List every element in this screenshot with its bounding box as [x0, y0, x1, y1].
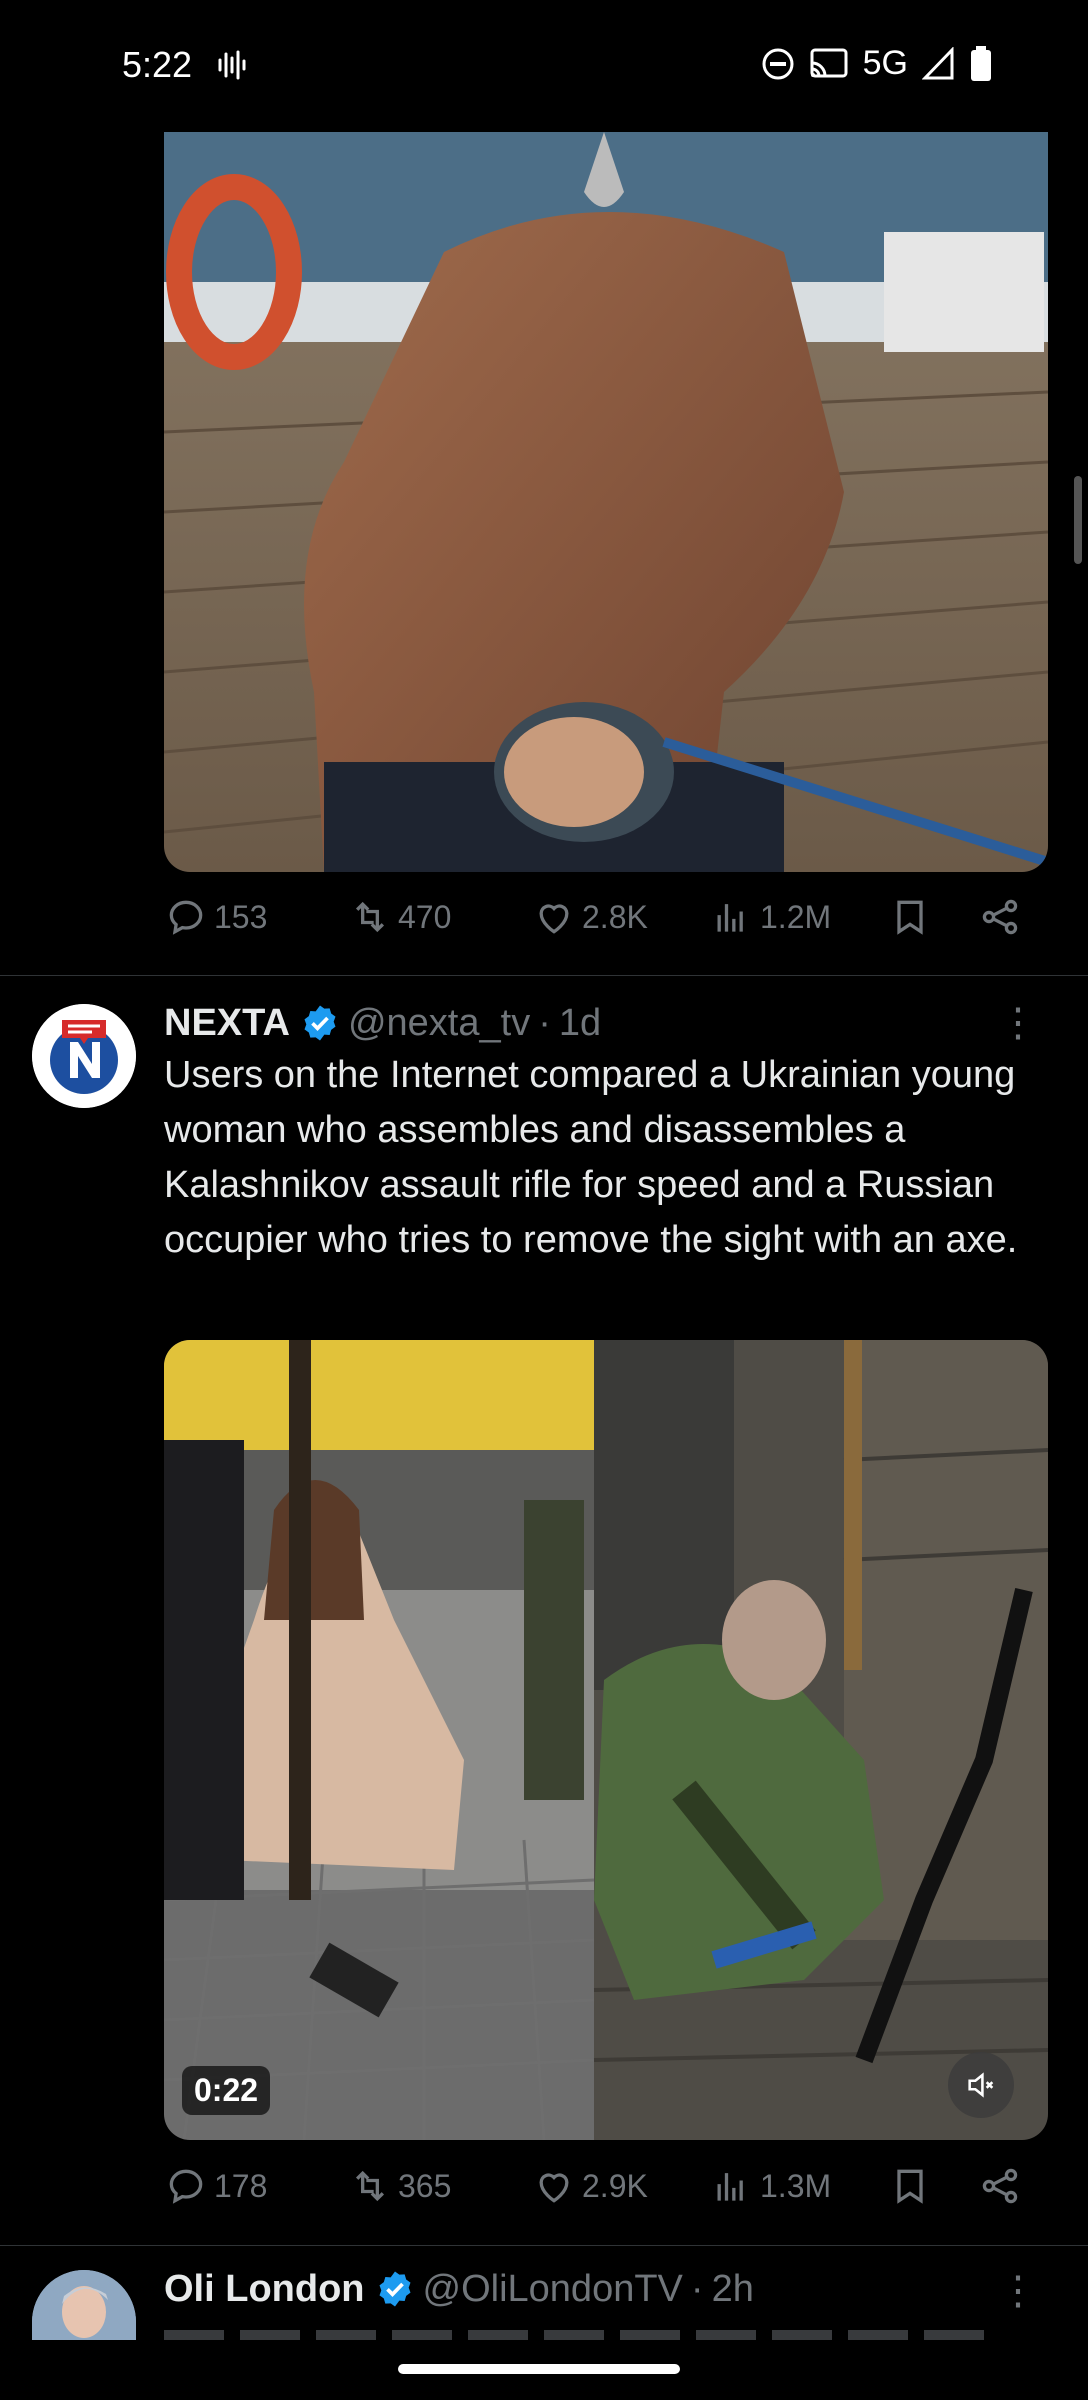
signal-icon	[922, 46, 954, 79]
do-not-disturb-icon	[762, 48, 794, 79]
views-icon	[717, 904, 743, 932]
tweet-time[interactable]: 2h	[712, 2268, 754, 2311]
retweet-button[interactable]: 470	[348, 895, 451, 939]
bookmark-button[interactable]	[888, 895, 932, 939]
share-button[interactable]	[978, 895, 1022, 939]
tweet-text: Users on the Internet compared a Ukraini…	[164, 1054, 1018, 1261]
oli-london-avatar	[32, 2270, 136, 2340]
views-button[interactable]: 1.3M	[710, 2164, 831, 2208]
sound-wave-icon	[218, 50, 246, 80]
views-button[interactable]: 1.2M	[710, 895, 831, 939]
author-handle[interactable]: @nexta_tv	[348, 1002, 530, 1045]
views-icon	[717, 2173, 743, 2201]
reply-icon	[169, 2169, 203, 2204]
network-label: 5G	[862, 44, 908, 82]
more-options-icon[interactable]: ⋮	[998, 2268, 1038, 2314]
reply-count: 153	[214, 898, 268, 935]
reply-button[interactable]: 178	[164, 2164, 267, 2208]
avatar[interactable]	[32, 2270, 136, 2340]
retweet-count: 365	[398, 2167, 452, 2204]
retweet-icon	[355, 2170, 385, 2202]
retweet-icon	[355, 901, 385, 933]
bookmark-button[interactable]	[888, 2164, 932, 2208]
video-frame	[164, 1340, 1048, 2140]
share-icon	[982, 899, 1018, 935]
tweet-divider	[0, 975, 1088, 976]
reply-icon	[169, 900, 203, 935]
retweet-button[interactable]: 365	[348, 2164, 451, 2208]
like-count: 2.9K	[582, 2167, 648, 2204]
more-options-icon[interactable]: ⋮	[998, 1000, 1038, 1046]
video-duration: 0:22	[182, 2066, 271, 2115]
avatar[interactable]	[32, 1004, 136, 1108]
reply-button[interactable]: 153	[164, 895, 267, 939]
battery-icon	[971, 45, 991, 81]
author-name[interactable]: NEXTA	[164, 1002, 290, 1045]
meta-separator: ·	[538, 1001, 551, 1044]
view-count: 1.3M	[760, 2167, 832, 2204]
tweet-header: NEXTA @nexta_tv · 1d	[164, 998, 601, 1048]
heart-icon	[539, 2173, 569, 2203]
author-name[interactable]: Oli London	[164, 2268, 365, 2311]
author-handle[interactable]: @OliLondonTV	[423, 2268, 683, 2311]
meta-separator: ·	[690, 2267, 704, 2310]
retweet-count: 470	[398, 898, 452, 935]
tweet-divider	[0, 2245, 1088, 2246]
status-icons: 5G	[761, 44, 992, 83]
status-time: 5:22	[122, 44, 193, 85]
verified-icon	[379, 2271, 411, 2307]
view-count: 1.2M	[760, 898, 832, 935]
verified-icon	[304, 1005, 336, 1041]
cast-icon	[810, 48, 848, 77]
volume-muted-icon	[968, 2072, 994, 2098]
reply-count: 178	[214, 2167, 268, 2204]
bookmark-icon	[897, 900, 923, 935]
clipped-tweet-text	[164, 2330, 984, 2340]
scrollbar[interactable]	[1074, 476, 1082, 564]
nexta-logo	[32, 1004, 136, 1108]
tweet-image[interactable]	[164, 132, 1048, 872]
tweet-header: Oli London @OliLondonTV · 2h	[164, 2264, 754, 2314]
heart-icon	[539, 904, 569, 934]
like-button[interactable]: 2.8K	[532, 895, 648, 939]
status-bar: 5:22 5G	[0, 0, 1088, 132]
tweet-actions: 153 470 2.8K 1.2M	[164, 895, 1044, 955]
tweet-video[interactable]	[164, 1340, 1048, 2140]
bookmark-icon	[897, 2169, 923, 2204]
tweet-actions: 178 365 2.9K 1.3M	[164, 2164, 1044, 2224]
home-indicator[interactable]	[398, 2364, 680, 2374]
like-button[interactable]: 2.9K	[532, 2164, 648, 2208]
tweet-time[interactable]: 1d	[559, 1002, 601, 1045]
share-icon	[982, 2168, 1018, 2204]
shirtless-man-photo	[164, 132, 1048, 872]
share-button[interactable]	[978, 2164, 1022, 2208]
like-count: 2.8K	[582, 898, 648, 935]
mute-button[interactable]	[948, 2052, 1014, 2118]
